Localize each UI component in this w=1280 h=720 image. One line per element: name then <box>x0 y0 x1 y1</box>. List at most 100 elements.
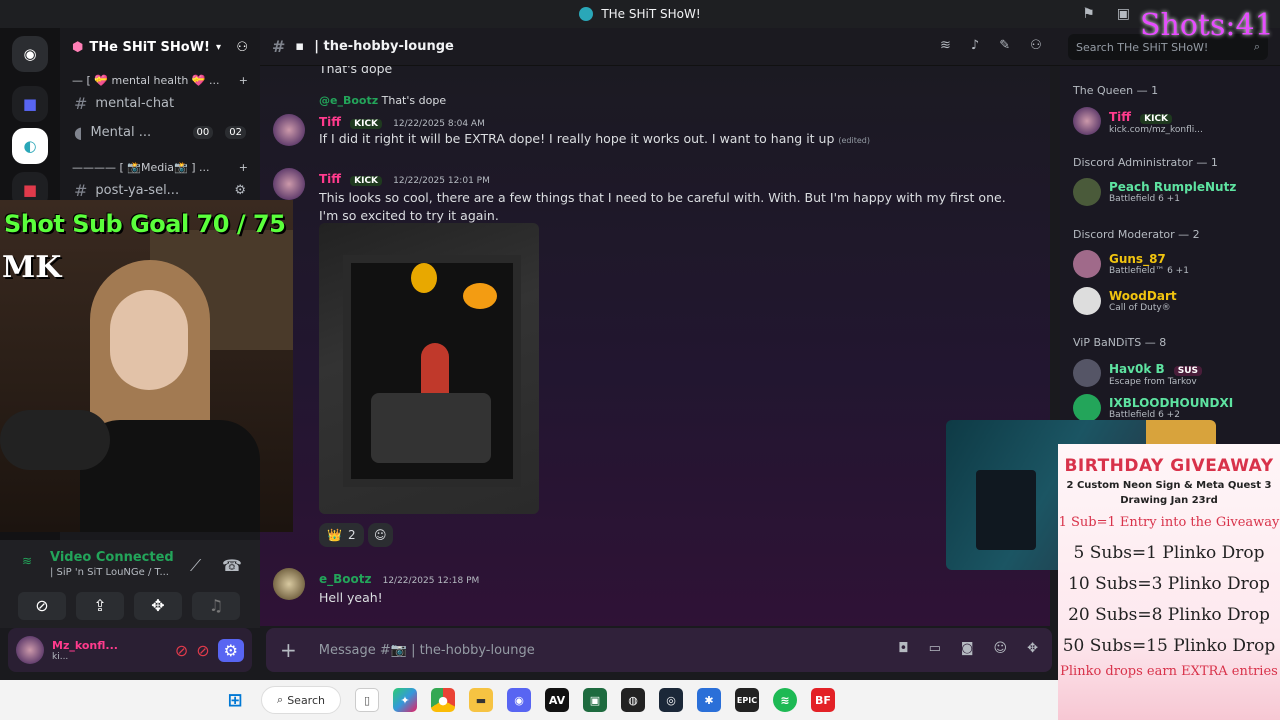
inbox-icon[interactable]: ▣ <box>1117 6 1130 22</box>
avatar[interactable] <box>273 114 305 146</box>
role-header: The Queen — 1 <box>1073 84 1159 97</box>
apps-icon[interactable]: ✥ <box>1027 641 1038 656</box>
username[interactable]: Tiff <box>319 115 341 129</box>
member-status: Battlefield 6 +1 <box>1109 194 1180 204</box>
avatar <box>1073 287 1101 315</box>
steam-icon[interactable]: ◎ <box>659 688 683 712</box>
flag-icon[interactable]: ⚑ <box>1082 6 1095 22</box>
taskbar-search[interactable]: ⌕ Search <box>261 686 341 714</box>
message-input[interactable]: Message #📷 | the-hobby-lounge <box>319 643 535 658</box>
screenshare-button[interactable]: ⇪ <box>76 592 124 620</box>
settings-icon[interactable]: ⚙ <box>217 638 244 662</box>
username[interactable]: Tiff <box>319 172 341 186</box>
message-item[interactable]: @e_Bootz That's dope Tiff KICK 12/22/202… <box>260 94 1040 150</box>
member-item[interactable]: Hav0k B SUS Escape from Tarkov <box>1073 358 1202 387</box>
add-channel-icon[interactable]: + <box>239 161 248 174</box>
dm-icon[interactable]: ■ <box>12 86 48 122</box>
soundboard-button[interactable]: ♫ <box>192 592 240 620</box>
category-media[interactable]: ———— [ 📸Media📸 ] ... + <box>60 147 260 176</box>
smile-icon: ☺ <box>374 528 387 542</box>
chevron-down-icon[interactable]: ▾ <box>216 42 221 53</box>
window-title: THe SHiT SHoW! <box>601 7 701 21</box>
message-text: Hell yeah! <box>319 590 383 605</box>
search-label: Search <box>287 693 325 707</box>
discord-home-icon[interactable]: ◉ <box>12 36 48 72</box>
avatar[interactable] <box>273 568 305 600</box>
copilot-icon[interactable]: ✦ <box>393 688 417 712</box>
mic-muted-icon[interactable]: ⊘ <box>175 641 188 660</box>
sub-goal-overlay: Shot Sub Goal 70 / 75 <box>4 210 286 238</box>
reaction-crown[interactable]: 👑 2 <box>319 523 364 547</box>
voice-limit: 02 <box>225 126 246 139</box>
pin-icon[interactable]: ✎ <box>999 38 1010 53</box>
member-name: Guns_87 <box>1109 252 1166 266</box>
voice-status: Video Connected <box>50 550 174 565</box>
voice-count: 00 <box>192 126 214 139</box>
member-item[interactable]: Guns_87 Battlefield™ 6 +1 <box>1073 250 1189 278</box>
message-composer[interactable]: + Message #📷 | the-hobby-lounge ◘ ▭ ◙ ☺ … <box>266 628 1052 672</box>
noise-icon[interactable]: ⟋ <box>190 556 201 576</box>
epic-games-icon[interactable]: EPIC <box>735 688 759 712</box>
gif-icon[interactable]: ▭ <box>929 641 941 656</box>
emoji-icon[interactable]: ☺ <box>994 641 1008 656</box>
reply-username[interactable]: @e_Bootz <box>319 94 378 107</box>
edited-label: (edited) <box>838 136 870 145</box>
camera-off-button[interactable]: ⊘ <box>18 592 66 620</box>
obs-studio-icon[interactable]: ◍ <box>621 688 645 712</box>
discord-icon[interactable]: ◉ <box>507 688 531 712</box>
members-icon[interactable]: ⚇ <box>1030 38 1042 53</box>
member-name: WoodDart <box>1109 289 1177 303</box>
member-status: Escape from Tarkov <box>1109 377 1197 387</box>
avatar <box>1073 250 1101 278</box>
disconnect-icon[interactable]: ☎ <box>222 556 242 575</box>
spotify-icon[interactable]: ≋ <box>773 688 797 712</box>
excel-icon[interactable]: ▣ <box>583 688 607 712</box>
obs-icon[interactable]: AV <box>545 688 569 712</box>
avatar[interactable] <box>273 168 305 200</box>
channel-label: mental-chat <box>95 96 175 111</box>
category-mental-health[interactable]: — [ 💝 mental health 💝 ... + <box>60 66 260 89</box>
reaction-emoji: 👑 <box>327 528 342 542</box>
hash-icon: # <box>272 37 286 56</box>
server-header[interactable]: ⬢ THe SHiT SHoW! ▾ ⚇ <box>60 28 260 66</box>
server-icon-alt[interactable]: ◐ <box>12 128 48 164</box>
chrome-icon[interactable]: ● <box>431 688 455 712</box>
member-item[interactable]: Peach RumpleNutz Battlefield 6 +1 <box>1073 178 1236 206</box>
message-item[interactable]: Tiff KICK 12/22/2025 12:01 PM This looks… <box>260 168 1040 225</box>
message-item[interactable]: e_Bootz 12/22/2025 12:18 PM Hell yeah! <box>260 568 1040 607</box>
bluetooth-icon[interactable]: ✱ <box>697 688 721 712</box>
battlefield-icon[interactable]: BF <box>811 688 835 712</box>
folder-icon[interactable]: ▬ <box>469 688 493 712</box>
member-item[interactable]: IXBLOODHOUNDXI Battlefield 6 +2 <box>1073 394 1233 422</box>
activities-button[interactable]: ✥ <box>134 592 182 620</box>
settings-icon[interactable]: ⚙ <box>234 183 246 198</box>
voice-panel: ≋ Video Connected | SiP 'n SiT LouNGe / … <box>0 540 260 628</box>
message-text: If I did it right it will be EXTRA dope!… <box>319 131 835 146</box>
member-item[interactable]: Tiff KICK kick.com/mz_konfli... <box>1073 106 1203 135</box>
add-channel-icon[interactable]: + <box>239 74 248 87</box>
avatar[interactable] <box>16 636 44 664</box>
message-list[interactable]: That's dope @e_Bootz That's dope Tiff KI… <box>260 66 1050 626</box>
windows-taskbar: ⊞ ⌕ Search ▯ ✦ ● ▬ ◉ AV ▣ ◍ ◎ ✱ EPIC ≋ B… <box>0 680 1058 720</box>
kick-badge: KICK <box>1140 114 1173 124</box>
add-member-icon[interactable]: ⚇ <box>236 40 248 55</box>
user-name: Mz_konfl... <box>52 638 118 652</box>
add-reaction-button[interactable]: ☺ <box>368 523 393 547</box>
deafen-icon[interactable]: ⊘ <box>196 641 209 660</box>
username[interactable]: e_Bootz <box>319 572 372 586</box>
gift-icon[interactable]: ◘ <box>898 641 908 656</box>
sticker-icon[interactable]: ◙ <box>961 641 974 656</box>
file-icon[interactable]: ▯ <box>355 688 379 712</box>
message-text: This looks so cool, there are a few thin… <box>319 190 1006 223</box>
member-item[interactable]: WoodDart Call of Duty® <box>1073 287 1177 315</box>
bell-icon[interactable]: ♪ <box>971 38 979 53</box>
user-panel: Mz_konfl... ki... ⊘ ⊘ ⚙ <box>8 628 252 672</box>
timestamp: 12/22/2025 8:04 AM <box>393 119 485 129</box>
start-icon[interactable]: ⊞ <box>223 688 247 712</box>
member-name: Peach RumpleNutz <box>1109 180 1237 194</box>
threads-icon[interactable]: ≋ <box>940 38 951 53</box>
message-image-attachment[interactable] <box>319 223 539 514</box>
add-attachment-icon[interactable]: + <box>280 638 297 662</box>
voice-channel-mental[interactable]: ◖ Mental ... 00 02 <box>60 118 260 147</box>
channel-mental-chat[interactable]: # mental-chat <box>60 89 260 118</box>
